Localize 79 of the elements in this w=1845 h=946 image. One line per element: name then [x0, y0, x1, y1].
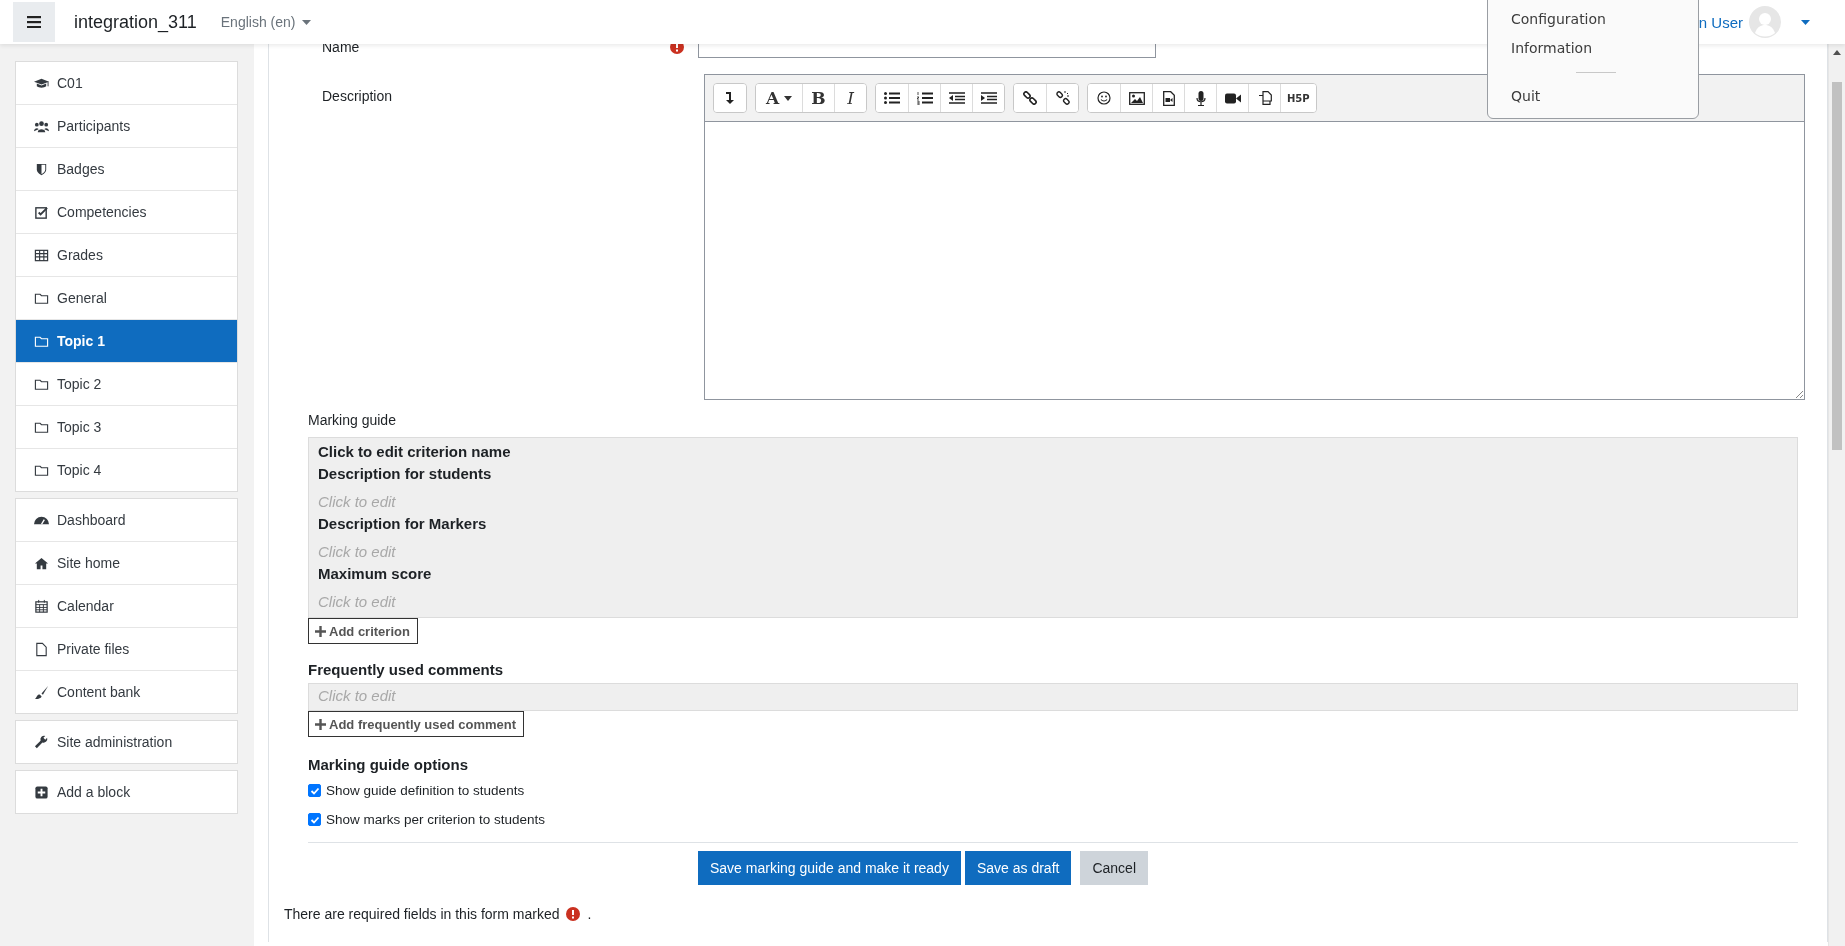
form-button[interactable]: Save marking guide and make it ready [698, 851, 961, 885]
required-note-end: . [587, 906, 592, 922]
outdent-icon [948, 92, 965, 104]
checkbox[interactable] [308, 784, 321, 797]
menu-item[interactable]: Configuration [1488, 5, 1698, 34]
sidebar-item[interactable]: Private files [16, 627, 237, 670]
checkbox-icon [34, 204, 49, 220]
required-note: There are required fields in this form marked [284, 906, 560, 922]
section-label: Marking guide [308, 412, 397, 430]
criterion-field-label: Description for Markers [318, 514, 488, 534]
wrench-icon [34, 734, 49, 750]
image-icon [1128, 91, 1145, 105]
sidebar-item[interactable]: Add a block [16, 771, 237, 813]
h5p-button[interactable]: H5P [1280, 84, 1316, 112]
file-icon [34, 641, 49, 657]
sidebar-item[interactable]: Grades [16, 233, 237, 276]
copy-icon [1257, 91, 1272, 105]
menu-button[interactable] [13, 2, 55, 42]
menu-item[interactable]: Information [1488, 34, 1698, 63]
menu-icon [27, 16, 41, 28]
sidebar-item[interactable]: Badges [16, 147, 237, 190]
arrow-down-icon [724, 91, 736, 105]
home-icon [34, 555, 49, 571]
bullet-list-icon [884, 92, 900, 104]
criterion-field-label: Description for students [318, 464, 493, 484]
sidebar-item[interactable]: Topic 1 [16, 319, 237, 362]
sidebar-item[interactable]: Site administration [16, 721, 237, 763]
plus-icon [315, 718, 326, 730]
caret-icon [302, 19, 312, 25]
site-name[interactable]: integration_311 [74, 11, 197, 33]
language-menu[interactable]: English (en) [220, 14, 312, 30]
resize-handle-icon[interactable] [1795, 390, 1803, 398]
sidebar-item[interactable]: Site home [16, 541, 237, 584]
sidebar-item[interactable]: Topic 3 [16, 405, 237, 448]
video-file-icon [1162, 90, 1175, 106]
microphone-icon [1195, 90, 1206, 106]
sidebar-item[interactable]: Topic 4 [16, 448, 237, 491]
indent-button[interactable] [972, 84, 1004, 112]
users-icon [34, 118, 49, 134]
plus-icon [315, 625, 326, 637]
numbered-list-icon [916, 91, 933, 105]
add-comment-button[interactable]: Add frequently used comment [308, 711, 525, 737]
sidebar-item[interactable]: Content bank [16, 670, 237, 713]
sidebar-item[interactable]: Participants [16, 104, 237, 147]
scrollbar[interactable] [1828, 44, 1845, 946]
video-camera-icon [1224, 92, 1241, 104]
form-button[interactable]: Save as draft [964, 851, 1072, 885]
field-label: Description [322, 88, 393, 104]
broken-link-icon [1055, 91, 1070, 105]
menu-item[interactable]: Quit [1488, 82, 1698, 111]
caret-icon [784, 95, 793, 101]
checkbox-label: Show marks per criterion to students [326, 812, 546, 827]
shield-icon [34, 161, 49, 177]
required-icon [566, 907, 581, 921]
section-heading: Frequently used comments [308, 661, 505, 678]
indent-icon [980, 92, 997, 104]
sidebar-item[interactable]: Dashboard [16, 499, 237, 541]
add-criterion-button[interactable]: Add criterion [308, 618, 418, 644]
italic-button[interactable]: I [834, 84, 866, 112]
sidebar-item[interactable]: Calendar [16, 584, 237, 627]
arrow-up-icon[interactable] [1833, 50, 1841, 55]
table-icon [34, 247, 49, 263]
caret-icon[interactable] [1801, 19, 1810, 25]
sidebar-item[interactable]: C01 [16, 62, 237, 104]
form-button[interactable]: Cancel [1080, 851, 1148, 885]
criterion-name[interactable]: Click to edit criterion name [318, 441, 1788, 463]
criterion-field-label: Maximum score [318, 564, 433, 584]
sidebar-item[interactable]: Topic 2 [16, 362, 237, 405]
scrollbar-thumb[interactable] [1832, 82, 1842, 450]
section-heading: Marking guide options [308, 756, 469, 773]
sidebar-item[interactable]: Competencies [16, 190, 237, 233]
calendar-icon [34, 598, 49, 614]
plus-square-icon [34, 784, 49, 800]
link-icon [1023, 91, 1037, 105]
checkbox-label: Show guide definition to students [326, 783, 525, 798]
checkbox[interactable] [308, 813, 321, 826]
unlink-button[interactable] [1046, 84, 1078, 112]
smiley-icon [1097, 91, 1111, 105]
collapse-button[interactable] [714, 84, 746, 112]
